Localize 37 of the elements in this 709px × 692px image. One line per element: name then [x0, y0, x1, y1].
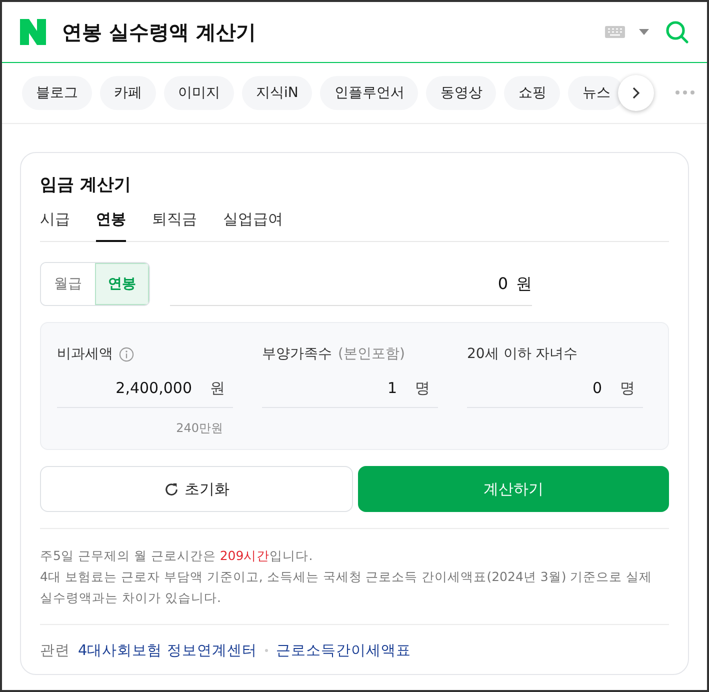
keyboard-icon[interactable]	[605, 26, 625, 38]
info-icon[interactable]	[119, 346, 134, 362]
related-link[interactable]: 근로소득간이세액표	[276, 641, 411, 660]
amount-hint: 240만원	[175, 420, 224, 437]
search-query[interactable]: 연봉 실수령액 계산기	[62, 18, 605, 46]
note-text: 4대 보험료는 근로자 부담액 기준이고, 소득세는 국세청 근로소득 간이세액표(2024년 3월) 기준으로 실제 실수령액과는 차이가 있습니다.	[40, 568, 654, 607]
caret-icon[interactable]	[639, 29, 649, 35]
field-label: 20세 이하 자녀수	[467, 345, 578, 363]
field-hint: (본인포함)	[338, 345, 405, 363]
search-icon[interactable]	[665, 20, 689, 44]
chevron-right-icon	[632, 87, 640, 99]
category-chip[interactable]: 지식iN	[242, 76, 312, 110]
reset-button[interactable]: 초기화	[40, 466, 353, 512]
category-chip[interactable]: 동영상	[426, 76, 496, 110]
related-label: 관련	[40, 642, 70, 660]
tab[interactable]: 퇴직금	[152, 210, 197, 242]
related-link[interactable]: 4대사회보험 정보연계센터	[78, 641, 257, 660]
salary-field[interactable]: 0 원	[170, 262, 532, 306]
refresh-icon	[164, 482, 178, 496]
category-chip[interactable]: 카페	[100, 76, 156, 110]
logo-icon[interactable]	[20, 19, 46, 45]
category-chip[interactable]: 인플루언서	[320, 76, 418, 110]
category-chip[interactable]: 이미지	[164, 76, 234, 110]
tab[interactable]: 실업급여	[223, 210, 283, 242]
number-field[interactable]: 0 명	[467, 363, 643, 408]
tab[interactable]: 연봉	[96, 210, 126, 242]
field-label: 부양가족수	[262, 345, 332, 363]
category-chip[interactable]: 블로그	[22, 76, 92, 110]
category-chip[interactable]: 쇼핑	[504, 76, 560, 110]
field-label: 비과세액	[57, 345, 113, 363]
note-text: 주5일 근무제의 월 근로시간은 209시간입니다.	[40, 547, 314, 565]
tab[interactable]: 시급	[40, 210, 70, 242]
number-field[interactable]: 1 명	[262, 363, 438, 408]
next-button[interactable]	[618, 75, 654, 111]
more-icon[interactable]	[675, 90, 695, 95]
number-field[interactable]: 2,400,000 원	[57, 363, 233, 408]
card-title: 임금 계산기	[40, 174, 132, 196]
